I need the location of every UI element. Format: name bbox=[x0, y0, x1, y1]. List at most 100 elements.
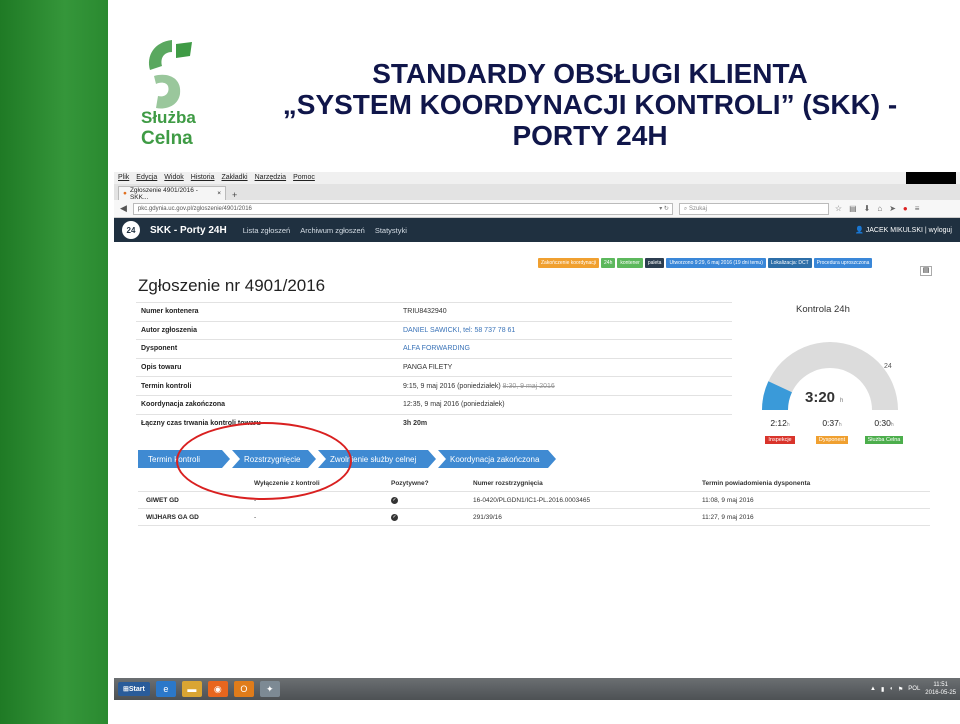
cell-decision: 16-0420/PLGDN1/IC1-PL.2016.0003465 bbox=[473, 496, 591, 504]
menu-item[interactable]: Widok bbox=[164, 174, 183, 182]
download-icon[interactable]: ⬇ bbox=[864, 204, 871, 213]
outlook-icon[interactable]: O bbox=[233, 681, 254, 697]
clock[interactable]: 11:51 2016-05-25 bbox=[925, 681, 956, 697]
system-tray: ▲ ▮ ◖ ⚑ POL 11:51 2016-05-25 bbox=[870, 681, 956, 697]
menu-item[interactable]: Historia bbox=[191, 174, 215, 182]
stat-unit: h bbox=[890, 422, 894, 428]
user-text: JACEK MIKULSKI | wyloguj bbox=[865, 227, 952, 234]
ie-icon[interactable]: e bbox=[155, 681, 176, 697]
detail-value-link[interactable]: ALFA FORWARDING bbox=[403, 345, 470, 352]
menu-item[interactable]: Edycja bbox=[136, 174, 157, 182]
clock-time: 11:51 bbox=[933, 682, 948, 688]
redacted-box bbox=[906, 172, 956, 184]
app-navbar: 24 SKK - Porty 24H Lista zgłoszeń Archiw… bbox=[114, 218, 960, 242]
app-icon[interactable]: ✦ bbox=[259, 681, 280, 697]
addon-icon[interactable]: ● bbox=[903, 204, 908, 213]
stat-value: 2:12 bbox=[770, 418, 787, 428]
stat-unit: h bbox=[786, 422, 790, 428]
slide-title-line: PORTY 24H bbox=[512, 120, 668, 151]
star-icon[interactable]: ☆ bbox=[835, 204, 842, 213]
send-icon[interactable]: ➤ bbox=[889, 204, 896, 213]
stat-sluzba-celna: 0:30h Służba Celna bbox=[858, 418, 910, 446]
volume-icon[interactable]: ◖ bbox=[889, 686, 893, 692]
user-menu[interactable]: 👤 JACEK MIKULSKI | wyloguj bbox=[855, 226, 952, 234]
status-badge: Utworzono 9:29, 6 maj 2016 (19 dni temu) bbox=[666, 258, 766, 268]
url-bar[interactable]: pkc.gdynia.uc.gov.pl/zgloszenie/4901/201… bbox=[132, 202, 673, 215]
browser-tab[interactable]: ● Zgłoszenie 4901/2016 - SKK... × bbox=[118, 186, 226, 201]
nav-link[interactable]: Archiwum zgłoszeń bbox=[300, 226, 365, 235]
detail-value-link[interactable]: DANIEL SAWICKI, tel: 58 737 78 61 bbox=[403, 327, 515, 334]
new-tab-icon[interactable]: + bbox=[232, 190, 237, 200]
stat-unit: h bbox=[838, 422, 842, 428]
detail-row: Opis towaru PANGA FILETY bbox=[136, 357, 732, 377]
column-header: Termin powiadomienia dysponenta bbox=[702, 480, 811, 487]
nav-link[interactable]: Lista zgłoszeń bbox=[243, 226, 291, 235]
gauge-max-label: 24 bbox=[884, 363, 892, 370]
table-row: WIJHARS GA GD - ✓ 291/39/16 11:27, 9 maj… bbox=[138, 509, 930, 526]
detail-label: Opis towaru bbox=[141, 364, 182, 372]
search-placeholder: Szukaj bbox=[688, 205, 707, 212]
app-logo[interactable]: 24 bbox=[122, 221, 140, 239]
detail-row: Koordynacja zakończona 12:35, 9 maj 2016… bbox=[136, 394, 732, 414]
detail-row: Numer kontenera TRIU8432940 bbox=[136, 302, 732, 321]
home-icon[interactable]: ⌂ bbox=[877, 204, 882, 213]
tab-favicon-icon: ● bbox=[123, 190, 127, 197]
status-badge: 24h bbox=[601, 258, 616, 268]
start-button[interactable]: ⊞ Start bbox=[118, 682, 150, 696]
column-header: Numer rozstrzygnięcia bbox=[473, 480, 543, 487]
clipboard-icon[interactable]: ▤ bbox=[849, 204, 857, 213]
details-table: Numer kontenera TRIU8432940 Autor zgłosz… bbox=[136, 302, 732, 432]
print-icon[interactable]: ▤ bbox=[920, 266, 932, 276]
step-koordynacja-zakonczona[interactable]: Koordynacja zakończona bbox=[438, 450, 556, 468]
menu-icon[interactable]: ≡ bbox=[915, 204, 920, 213]
cell-notified: 11:08, 9 maj 2016 bbox=[702, 496, 754, 504]
browser-tabbar: ● Zgłoszenie 4901/2016 - SKK... × + bbox=[114, 184, 960, 201]
status-badge: Procedura uproszczona bbox=[813, 258, 873, 268]
menu-item[interactable]: Zakładki bbox=[221, 174, 247, 182]
stat-label: Dysponent bbox=[815, 436, 849, 444]
network-icon[interactable]: ▮ bbox=[881, 686, 884, 693]
detail-value: 12:35, 9 maj 2016 (poniedziałek) bbox=[403, 401, 505, 409]
status-badge: paleta bbox=[644, 258, 665, 268]
firefox-icon[interactable]: ◉ bbox=[207, 681, 228, 697]
detail-value-struck: 8:30, 9 maj 2016 bbox=[502, 382, 555, 390]
slide-title-line: „SYSTEM KOORDYNACJI KONTROLI” (SKK) - bbox=[282, 89, 898, 120]
status-badge: kontener bbox=[617, 258, 643, 268]
slide-title-line: STANDARDY OBSŁUGI KLIENTA bbox=[372, 58, 808, 89]
lang-indicator[interactable]: POL bbox=[908, 686, 920, 692]
status-badges: Zakończenie koordynacji 24h kontener paleta… bbox=[538, 258, 873, 268]
tab-title: Zgłoszenie 4901/2016 - SKK... bbox=[129, 186, 198, 201]
folder-icon[interactable]: ▬ bbox=[181, 681, 202, 697]
detail-row: Dysponent ALFA FORWARDING bbox=[136, 339, 732, 358]
slide-title: STANDARDY OBSŁUGI KLIENTA „SYSTEM KOORDY… bbox=[260, 58, 920, 151]
back-icon[interactable]: ◀ bbox=[120, 203, 127, 214]
search-input[interactable]: ⌕ Szukaj bbox=[678, 202, 829, 215]
app-name[interactable]: SKK - Porty 24H bbox=[150, 225, 227, 236]
gauge-chart: 24 3:20 h bbox=[762, 342, 898, 410]
menu-item[interactable]: Plik bbox=[118, 174, 129, 182]
nav-link[interactable]: Statystyki bbox=[375, 226, 407, 235]
detail-value-text: 9:15, 9 maj 2016 (poniedziałek) bbox=[403, 382, 501, 390]
detail-label: Dysponent bbox=[141, 345, 178, 353]
cell-decision: 291/39/16 bbox=[473, 513, 502, 521]
page-title: Zgłoszenie nr 4901/2016 bbox=[138, 276, 326, 295]
reload-icon[interactable]: ▾ ↻ bbox=[659, 205, 669, 212]
detail-label: Autor zgłoszenia bbox=[141, 326, 198, 334]
warning-icon[interactable]: ▲ bbox=[870, 686, 876, 692]
detail-row: Termin kontroli 9:15, 9 maj 2016 (ponied… bbox=[136, 376, 732, 395]
close-icon[interactable]: × bbox=[217, 190, 221, 197]
browser-menubar: Plik Edycja Widok Historia Zakładki Narz… bbox=[114, 172, 960, 184]
cell-name: WIJHARS GA GD bbox=[146, 513, 199, 521]
check-circle-icon: ✓ bbox=[391, 497, 398, 504]
detail-label: Koordynacja zakończona bbox=[141, 401, 226, 409]
column-header: Pozytywne? bbox=[391, 480, 429, 487]
stat-value: 0:37 bbox=[822, 418, 839, 428]
detail-row: Autor zgłoszenia DANIEL SAWICKI, tel: 58… bbox=[136, 320, 732, 340]
menu-item[interactable]: Narzędzia bbox=[255, 174, 287, 182]
menu-item[interactable]: Pomoc bbox=[293, 174, 315, 182]
user-icon: 👤 bbox=[855, 227, 866, 234]
logo-text-sluzba: Służba bbox=[141, 108, 196, 127]
gauge-unit: h bbox=[840, 398, 843, 404]
flag-icon[interactable]: ⚑ bbox=[898, 686, 903, 693]
detail-value: PANGA FILETY bbox=[403, 364, 453, 372]
